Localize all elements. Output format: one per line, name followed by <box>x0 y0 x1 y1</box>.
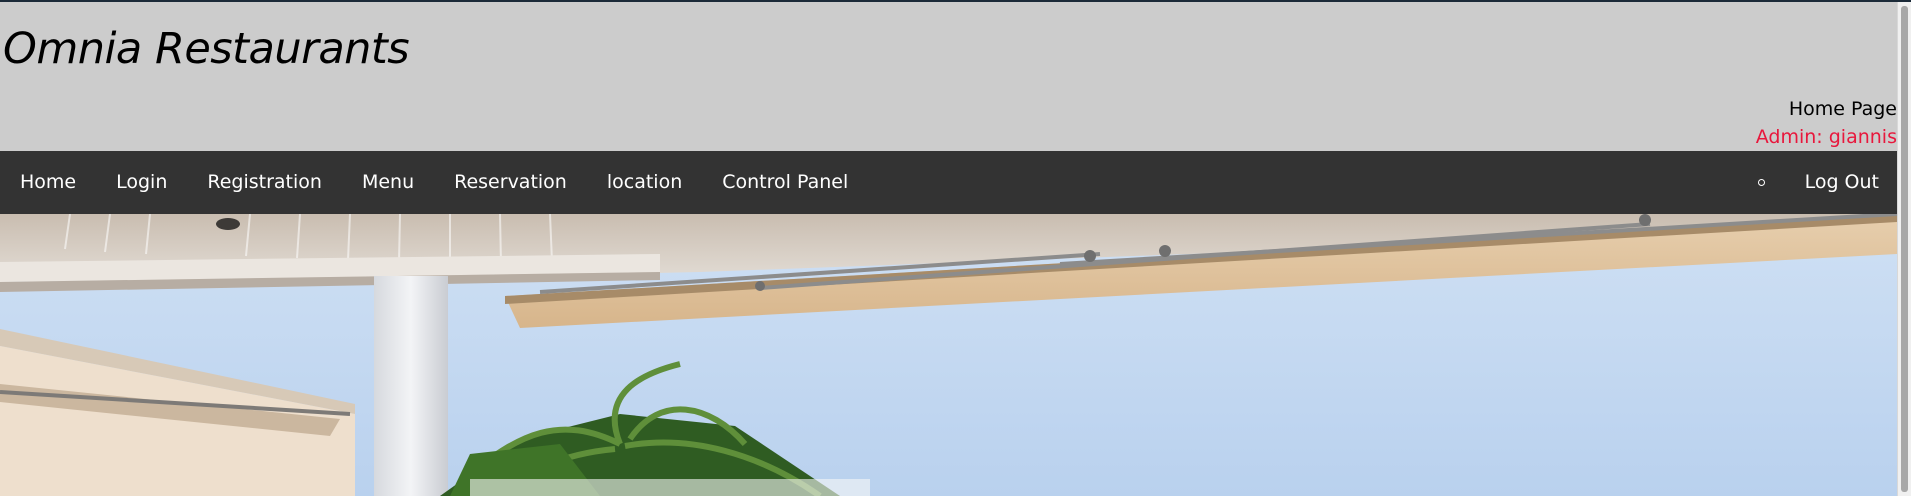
page-label: Home Page <box>1788 98 1897 120</box>
hero-photo <box>0 214 1897 496</box>
nav-item-location[interactable]: location <box>587 151 702 214</box>
vertical-scrollbar[interactable] <box>1897 2 1911 496</box>
nav-menu: Home Login Registration Menu Reservation… <box>0 151 868 214</box>
nav-item-control-panel[interactable]: Control Panel <box>702 151 868 214</box>
nav-item-login[interactable]: Login <box>96 151 187 214</box>
scrollbar-thumb[interactable] <box>1901 6 1908 492</box>
nav-right: Log Out <box>1757 151 1897 214</box>
admin-label: Admin: giannis <box>1755 126 1897 148</box>
circle-bullet-icon <box>1757 179 1765 186</box>
logout-button[interactable]: Log Out <box>1785 151 1897 214</box>
navbar: Home Login Registration Menu Reservation… <box>0 151 1897 214</box>
site-title: Omnia Restaurants <box>3 24 410 74</box>
site-header: Omnia Restaurants Home Page Admin: giann… <box>0 2 1897 151</box>
page: Omnia Restaurants Home Page Admin: giann… <box>0 0 1911 496</box>
hero-image <box>0 214 1897 496</box>
nav-item-menu[interactable]: Menu <box>342 151 434 214</box>
nav-item-home[interactable]: Home <box>0 151 96 214</box>
nav-item-registration[interactable]: Registration <box>187 151 342 214</box>
nav-item-reservation[interactable]: Reservation <box>434 151 587 214</box>
